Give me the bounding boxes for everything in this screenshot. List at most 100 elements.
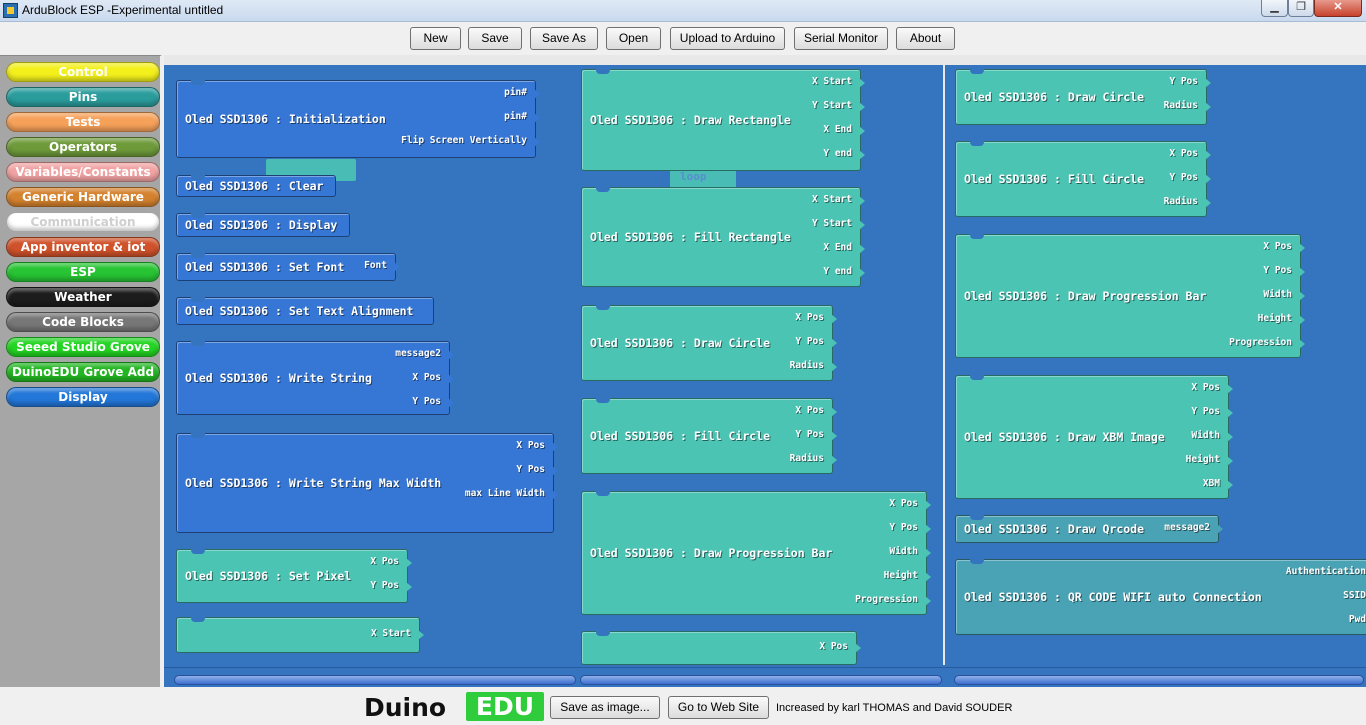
socket-notch[interactable] xyxy=(1205,102,1211,112)
palette-communication[interactable]: Communication xyxy=(6,212,160,232)
socket-notch[interactable] xyxy=(406,558,412,568)
socket-notch[interactable] xyxy=(831,338,837,348)
block-qr-code-wifi-auto-connection[interactable]: Oled SSD1306 : QR CODE WIFI auto Connect… xyxy=(955,559,1366,635)
socket-notch[interactable] xyxy=(1227,456,1233,466)
socket-notch[interactable] xyxy=(831,314,837,324)
block-fill-rectangle[interactable]: Oled SSD1306 : Fill Rectangle X Start Y St… xyxy=(581,187,865,287)
palette-weather[interactable]: Weather xyxy=(6,287,160,307)
socket-notch[interactable] xyxy=(925,524,931,534)
maximize-button[interactable]: ❐ xyxy=(1288,0,1314,17)
block-initialization[interactable]: Oled SSD1306 : Initialization pin# pin# Fli… xyxy=(176,80,540,158)
block-write-string[interactable]: Oled SSD1306 : Write String message2 X Pos… xyxy=(176,341,454,415)
block-fill-circle[interactable]: Oled SSD1306 : Fill Circle X Pos Y Pos Radi… xyxy=(581,398,837,474)
socket-notch[interactable] xyxy=(448,398,454,408)
block-set-pixel[interactable]: Oled SSD1306 : Set Pixel X Pos Y Pos xyxy=(176,549,412,603)
socket-notch[interactable] xyxy=(1299,267,1305,277)
workspace[interactable]: loop Oled SSD1306 : Initialization pin# pi… xyxy=(164,55,1366,687)
scrollbar-column-1[interactable] xyxy=(174,675,576,685)
socket-notch[interactable] xyxy=(925,572,931,582)
block-write-string-max-width[interactable]: Oled SSD1306 : Write String Max Width X P… xyxy=(176,433,558,533)
socket-notch[interactable] xyxy=(534,89,540,99)
palette-pins[interactable]: Pins xyxy=(6,87,160,107)
socket-notch[interactable] xyxy=(925,596,931,606)
socket-notch[interactable] xyxy=(1205,150,1211,160)
palette-generic-hardware[interactable]: Generic Hardware xyxy=(6,187,160,207)
block-draw-progression-bar[interactable]: Oled SSD1306 : Draw Progression Bar X Pos… xyxy=(581,491,931,615)
about-button[interactable]: About xyxy=(896,27,955,50)
upload-button[interactable]: Upload to Arduino xyxy=(670,27,785,50)
socket-notch[interactable] xyxy=(859,244,865,254)
socket-notch[interactable] xyxy=(1227,408,1233,418)
block-display[interactable]: Oled SSD1306 : Display xyxy=(176,213,350,237)
socket-notch[interactable] xyxy=(831,455,837,465)
socket-notch[interactable] xyxy=(534,137,540,147)
socket-notch[interactable] xyxy=(1205,198,1211,208)
socket-notch[interactable] xyxy=(859,102,865,112)
socket-notch[interactable] xyxy=(859,196,865,206)
palette-esp[interactable]: ESP xyxy=(6,262,160,282)
socket-notch[interactable] xyxy=(1299,315,1305,325)
socket-notch[interactable] xyxy=(859,78,865,88)
block-draw-progression-bar[interactable]: Oled SSD1306 : Draw Progression Bar X Pos… xyxy=(955,234,1305,358)
socket-notch[interactable] xyxy=(418,630,424,640)
socket-notch[interactable] xyxy=(1227,432,1233,442)
minimize-button[interactable]: ▁ xyxy=(1261,0,1288,17)
socket-notch[interactable] xyxy=(925,548,931,558)
block-fill-circle[interactable]: Oled SSD1306 : Fill Circle X Pos Y Pos Radi… xyxy=(955,141,1211,217)
palette-seeed-studio-grove[interactable]: Seeed Studio Grove xyxy=(6,337,160,357)
close-button[interactable]: ✕ xyxy=(1314,0,1362,17)
socket-notch[interactable] xyxy=(1217,524,1223,534)
block-clear[interactable]: Oled SSD1306 : Clear xyxy=(176,175,336,197)
socket-notch[interactable] xyxy=(831,362,837,372)
socket-notch[interactable] xyxy=(552,442,558,452)
socket-notch[interactable] xyxy=(1227,480,1233,490)
socket-notch[interactable] xyxy=(859,268,865,278)
palette-variables-constants[interactable]: Variables/Constants xyxy=(6,162,160,182)
socket-notch[interactable] xyxy=(831,431,837,441)
socket-notch[interactable] xyxy=(859,126,865,136)
socket-notch[interactable] xyxy=(859,220,865,230)
new-button[interactable]: New xyxy=(410,27,461,50)
socket-notch[interactable] xyxy=(1205,78,1211,88)
serial-monitor-button[interactable]: Serial Monitor xyxy=(794,27,888,50)
socket-notch[interactable] xyxy=(1299,339,1305,349)
web-site-button[interactable]: Go to Web Site xyxy=(668,696,769,719)
palette-operators[interactable]: Operators xyxy=(6,137,160,157)
socket-notch[interactable] xyxy=(859,150,865,160)
block-draw-circle[interactable]: Oled SSD1306 : Draw Circle Y Pos Radius xyxy=(955,69,1211,125)
scrollbar-column-2[interactable] xyxy=(580,675,942,685)
socket-notch[interactable] xyxy=(1299,291,1305,301)
block-draw-rectangle[interactable]: Oled SSD1306 : Draw Rectangle X Start Y St… xyxy=(581,69,865,171)
block-set-font[interactable]: Oled SSD1306 : Set Font Font xyxy=(176,253,400,281)
socket-notch[interactable] xyxy=(552,466,558,476)
socket-notch[interactable] xyxy=(394,262,400,272)
block-draw-qrcode[interactable]: Oled SSD1306 : Draw Qrcode message2 xyxy=(955,515,1223,543)
socket-notch[interactable] xyxy=(534,113,540,123)
scrollbar-column-3[interactable] xyxy=(954,675,1364,685)
palette-code-blocks[interactable]: Code Blocks xyxy=(6,312,160,332)
socket-notch[interactable] xyxy=(1205,174,1211,184)
socket-notch[interactable] xyxy=(448,350,454,360)
block-draw-circle[interactable]: Oled SSD1306 : Draw Circle X Pos Y Pos Radi… xyxy=(581,305,837,381)
save-as-image-button[interactable]: Save as image... xyxy=(550,696,660,719)
socket-notch[interactable] xyxy=(406,582,412,592)
block-draw-xbm-image[interactable]: Oled SSD1306 : Draw XBM Image X Pos Y Pos W… xyxy=(955,375,1233,499)
palette-app-inventor-iot[interactable]: App inventor & iot xyxy=(6,237,160,257)
socket-notch[interactable] xyxy=(1227,384,1233,394)
palette-duinoedu-grove-add[interactable]: DuinoEDU Grove Add xyxy=(6,362,160,382)
open-button[interactable]: Open xyxy=(606,27,661,50)
socket-notch[interactable] xyxy=(1299,243,1305,253)
block-partial[interactable]: X Pos xyxy=(581,631,861,665)
socket-notch[interactable] xyxy=(855,643,861,653)
save-as-button[interactable]: Save As xyxy=(530,27,598,50)
palette-control[interactable]: Control xyxy=(6,62,160,82)
palette-display[interactable]: Display xyxy=(6,387,160,407)
palette-tests[interactable]: Tests xyxy=(6,112,160,132)
socket-notch[interactable] xyxy=(831,407,837,417)
block-set-text-alignment[interactable]: Oled SSD1306 : Set Text Alignment xyxy=(176,297,434,325)
socket-notch[interactable] xyxy=(552,490,558,500)
save-button[interactable]: Save xyxy=(468,27,522,50)
socket-notch[interactable] xyxy=(448,374,454,384)
block-partial[interactable]: X Start xyxy=(176,617,424,653)
socket-notch[interactable] xyxy=(925,500,931,510)
